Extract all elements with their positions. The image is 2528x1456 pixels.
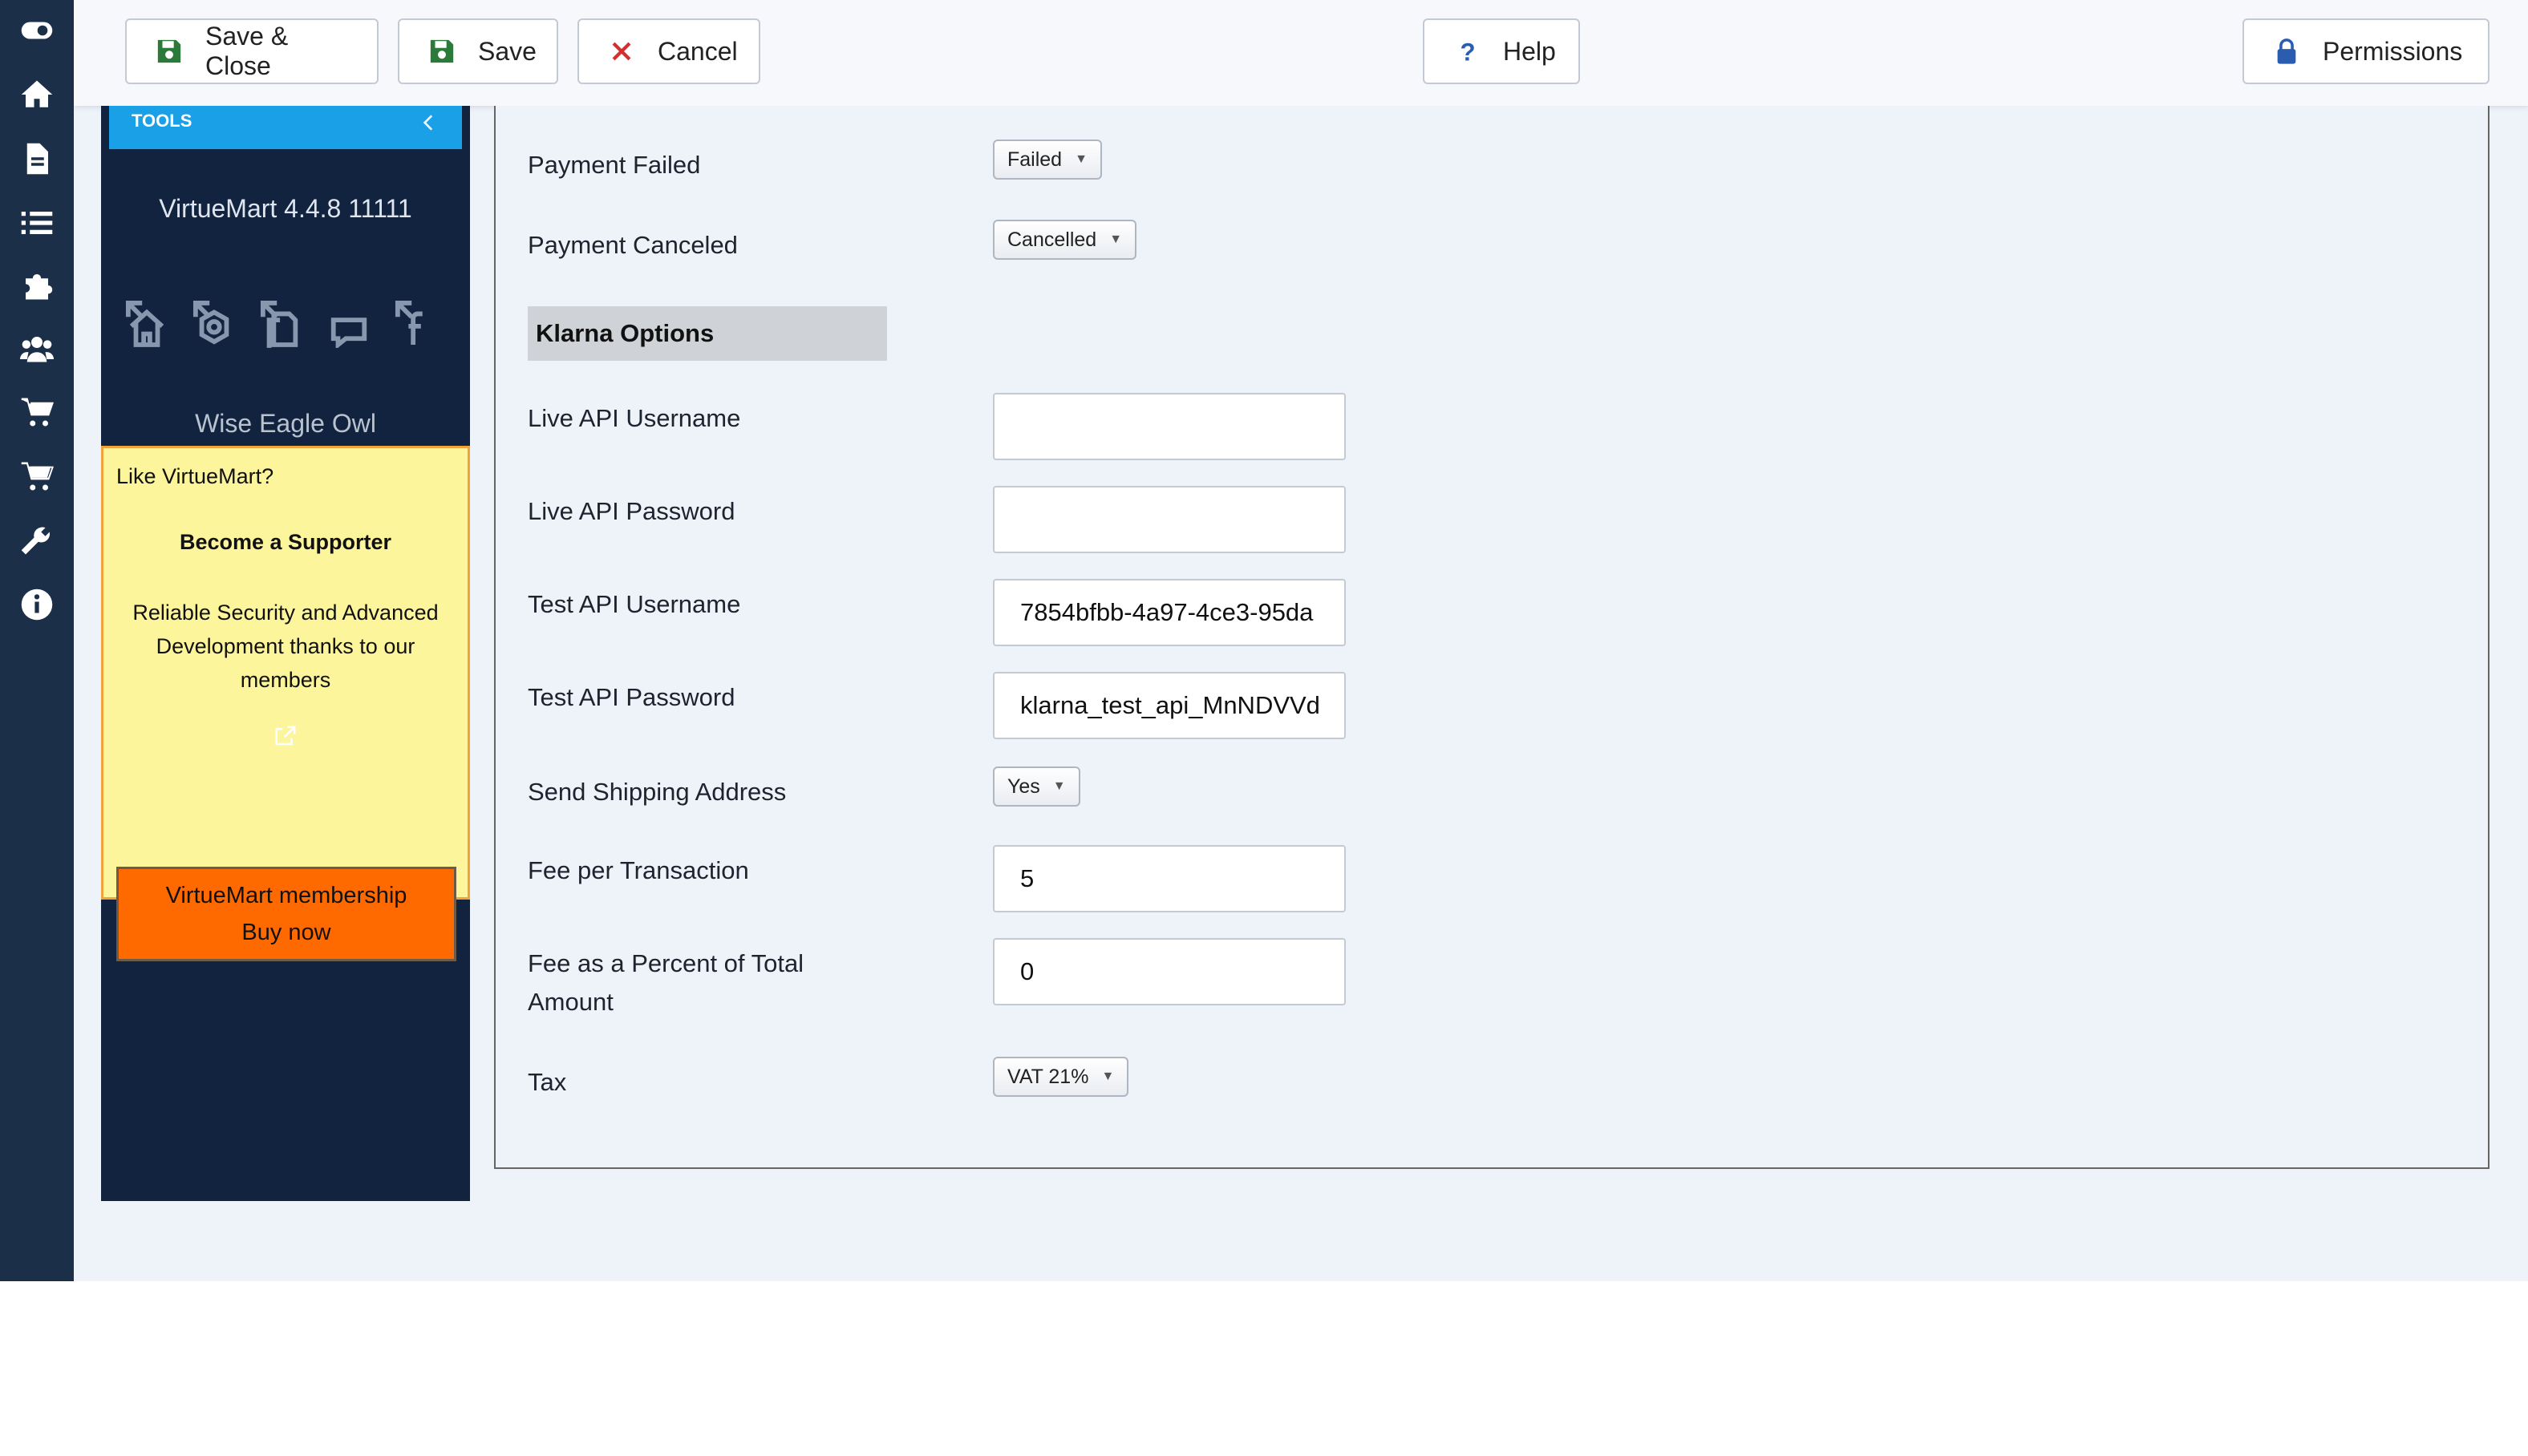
save-close-label: Save & Close	[205, 22, 289, 80]
save-button[interactable]: Save	[398, 18, 558, 84]
document-icon[interactable]	[14, 136, 59, 181]
tools-label: TOOLS	[132, 111, 192, 131]
chevron-down-icon: ▼	[1109, 233, 1123, 246]
docs-link-icon[interactable]	[260, 298, 303, 348]
close-icon	[608, 38, 635, 65]
toolbar: Save & Close Save Cancel ? Help Permissi…	[74, 0, 2528, 106]
tax-value: VAT 21%	[1007, 1065, 1089, 1088]
tax-label: Tax	[528, 1068, 567, 1096]
promo-description: Reliable Security and Advanced Developme…	[132, 601, 439, 692]
send-shipping-select[interactable]: Yes ▼	[993, 766, 1080, 807]
puzzle-icon[interactable]	[14, 263, 59, 308]
settings-link-icon[interactable]	[192, 298, 236, 348]
fee-percent-input[interactable]: 0	[993, 938, 1346, 1005]
icon-rail	[0, 0, 74, 1281]
payment-failed-label: Payment Failed	[528, 151, 701, 179]
fee-percent-label: Fee as a Percent of Total Amount	[528, 944, 804, 1021]
help-button[interactable]: ? Help	[1423, 18, 1580, 84]
payment-canceled-select[interactable]: Cancelled ▼	[993, 220, 1137, 260]
sidebar-links	[125, 298, 454, 354]
lock-icon	[2273, 38, 2300, 65]
tax-select[interactable]: VAT 21% ▼	[993, 1057, 1129, 1097]
wrench-icon[interactable]	[14, 518, 59, 563]
buy-line-2: Buy now	[241, 920, 331, 945]
test-api-username-label: Test API Username	[528, 590, 741, 618]
fee-per-transaction-label: Fee per Transaction	[528, 856, 749, 884]
test-api-password-label: Test API Password	[528, 683, 735, 711]
save-icon	[156, 38, 183, 65]
send-shipping-label: Send Shipping Address	[528, 778, 787, 806]
live-api-password-input[interactable]	[993, 486, 1346, 553]
promo-heading: Become a Supporter	[179, 530, 392, 554]
live-api-password-label: Live API Password	[528, 497, 735, 525]
chevron-down-icon: ▼	[1052, 779, 1066, 793]
fee-percent-label-line-1: Fee as a Percent of Total	[528, 949, 804, 977]
cart-icon[interactable]	[14, 390, 59, 435]
live-api-username-input[interactable]	[993, 393, 1346, 460]
fee-percent-label-line-2: Amount	[528, 988, 614, 1016]
test-api-password-input[interactable]: klarna_test_api_MnNDVVd	[993, 672, 1346, 739]
home-icon[interactable]	[14, 72, 59, 117]
virtuemart-sidebar: TOOLS VirtueMart 4.4.8 11111 Wise Eagle …	[101, 106, 470, 1201]
save-label: Save	[478, 36, 537, 66]
fee-per-transaction-input[interactable]: 5	[993, 845, 1346, 912]
supporter-promo: Like VirtueMart? Become a Supporter Reli…	[101, 446, 470, 961]
question-icon: ?	[1453, 38, 1481, 65]
permissions-label: Permissions	[2323, 36, 2463, 66]
test-api-username-input[interactable]: 7854bfbb-4a97-4ce3-95da	[993, 579, 1346, 646]
send-shipping-value: Yes	[1007, 775, 1040, 798]
cancel-label: Cancel	[658, 36, 738, 66]
chevron-down-icon: ▼	[1075, 152, 1088, 166]
save-icon	[428, 38, 456, 65]
chevron-left-icon[interactable]	[419, 112, 440, 133]
save-close-button[interactable]: Save & Close	[125, 18, 379, 84]
app-frame: Save & Close Save Cancel ? Help Permissi…	[0, 0, 2528, 1281]
permissions-button[interactable]: Permissions	[2242, 18, 2490, 84]
klarna-options-heading: Klarna Options	[528, 306, 887, 361]
payment-canceled-label: Payment Canceled	[528, 231, 738, 259]
external-link-icon[interactable]	[273, 724, 298, 748]
buy-line-1: VirtueMart membership	[165, 883, 407, 908]
svg-text:?: ?	[1460, 38, 1476, 65]
toggle-icon[interactable]	[14, 8, 59, 53]
tools-header[interactable]: TOOLS	[109, 106, 462, 149]
payment-failed-value: Failed	[1007, 148, 1063, 171]
facebook-link-icon[interactable]	[395, 298, 438, 348]
forum-link-icon[interactable]	[327, 298, 371, 350]
info-icon[interactable]	[14, 582, 59, 627]
live-api-username-label: Live API Username	[528, 404, 741, 432]
payment-failed-select[interactable]: Failed ▼	[993, 140, 1102, 180]
payment-canceled-value: Cancelled	[1007, 228, 1097, 251]
buy-membership-button[interactable]: VirtueMart membership Buy now	[116, 867, 456, 961]
users-icon[interactable]	[14, 326, 59, 370]
version-text: VirtueMart 4.4.8 11111	[159, 194, 412, 223]
cancel-button[interactable]: Cancel	[577, 18, 760, 84]
chevron-down-icon: ▼	[1101, 1070, 1115, 1083]
owl-text: Wise Eagle Owl	[195, 409, 376, 438]
list-icon[interactable]	[14, 200, 59, 245]
home-link-icon[interactable]	[125, 298, 168, 348]
help-label: Help	[1503, 36, 1556, 66]
cart-icon[interactable]	[14, 454, 59, 499]
promo-like-text: Like VirtueMart?	[116, 464, 274, 488]
